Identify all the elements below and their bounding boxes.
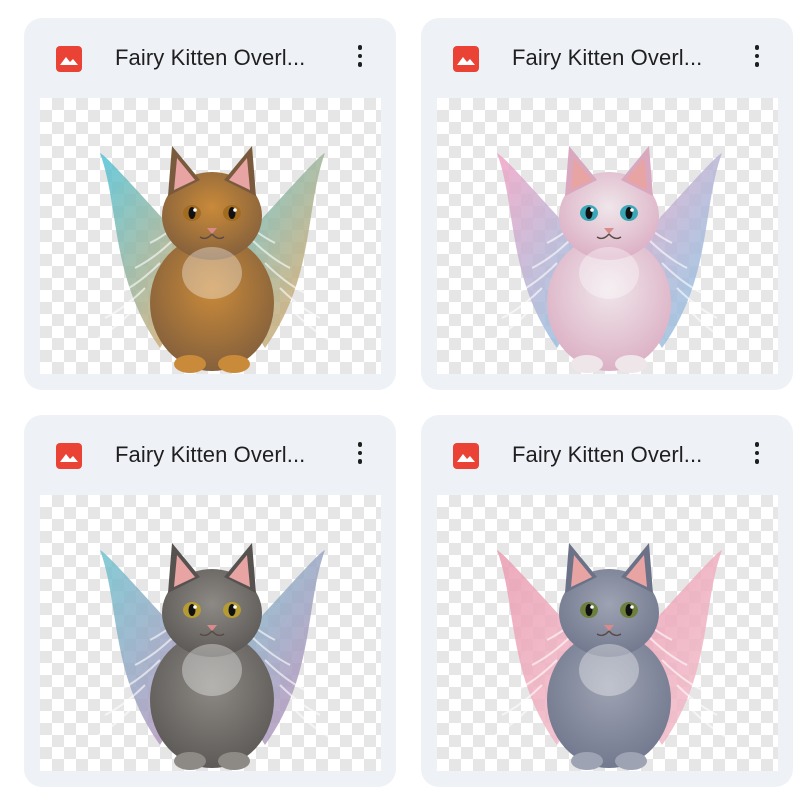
file-card[interactable]: Fairy Kitten Overl... bbox=[24, 415, 396, 787]
more-vert-icon[interactable] bbox=[344, 437, 376, 469]
file-card[interactable]: Fairy Kitten Overl... bbox=[421, 415, 793, 787]
kitten-paw bbox=[571, 752, 603, 770]
file-name[interactable]: Fairy Kitten Overl... bbox=[512, 442, 702, 468]
image-file-icon bbox=[56, 443, 82, 469]
file-thumbnail[interactable] bbox=[40, 98, 381, 374]
wing-feather bbox=[486, 709, 528, 741]
card-header: Fairy Kitten Overl... bbox=[24, 415, 396, 493]
more-vert-icon[interactable] bbox=[741, 437, 773, 469]
wing-feather bbox=[89, 312, 131, 344]
kitten-paw bbox=[615, 752, 647, 770]
wing-feather bbox=[89, 709, 131, 741]
file-name[interactable]: Fairy Kitten Overl... bbox=[115, 442, 305, 468]
kitten-illustration bbox=[486, 146, 733, 373]
more-vert-icon[interactable] bbox=[741, 40, 773, 72]
kitten-paw bbox=[174, 355, 206, 373]
wing-feather bbox=[294, 312, 336, 344]
kitten-illustration bbox=[486, 543, 733, 770]
file-name[interactable]: Fairy Kitten Overl... bbox=[115, 45, 305, 71]
kitten-paw bbox=[615, 355, 647, 373]
card-header: Fairy Kitten Overl... bbox=[421, 18, 793, 96]
kitten-illustration bbox=[89, 146, 336, 373]
card-header: Fairy Kitten Overl... bbox=[24, 18, 396, 96]
kitten-paw bbox=[218, 752, 250, 770]
kitten-illustration bbox=[89, 543, 336, 770]
image-file-icon bbox=[56, 46, 82, 72]
image-file-icon bbox=[453, 46, 479, 72]
file-thumbnail[interactable] bbox=[437, 98, 778, 374]
image-file-icon bbox=[453, 443, 479, 469]
more-vert-icon[interactable] bbox=[344, 40, 376, 72]
wing-feather bbox=[294, 709, 336, 741]
card-header: Fairy Kitten Overl... bbox=[421, 415, 793, 493]
wing-feather bbox=[691, 709, 733, 741]
kitten-paw bbox=[218, 355, 250, 373]
kitten-paw bbox=[571, 355, 603, 373]
kitten-paw bbox=[174, 752, 206, 770]
file-thumbnail[interactable] bbox=[40, 495, 381, 771]
wing-feather bbox=[486, 312, 528, 344]
file-card[interactable]: Fairy Kitten Overl... bbox=[421, 18, 793, 390]
file-card[interactable]: Fairy Kitten Overl... bbox=[24, 18, 396, 390]
file-grid: Fairy Kitten Overl... Fairy Kitten Overl… bbox=[0, 0, 812, 792]
file-name[interactable]: Fairy Kitten Overl... bbox=[512, 45, 702, 71]
file-thumbnail[interactable] bbox=[437, 495, 778, 771]
wing-feather bbox=[691, 312, 733, 344]
